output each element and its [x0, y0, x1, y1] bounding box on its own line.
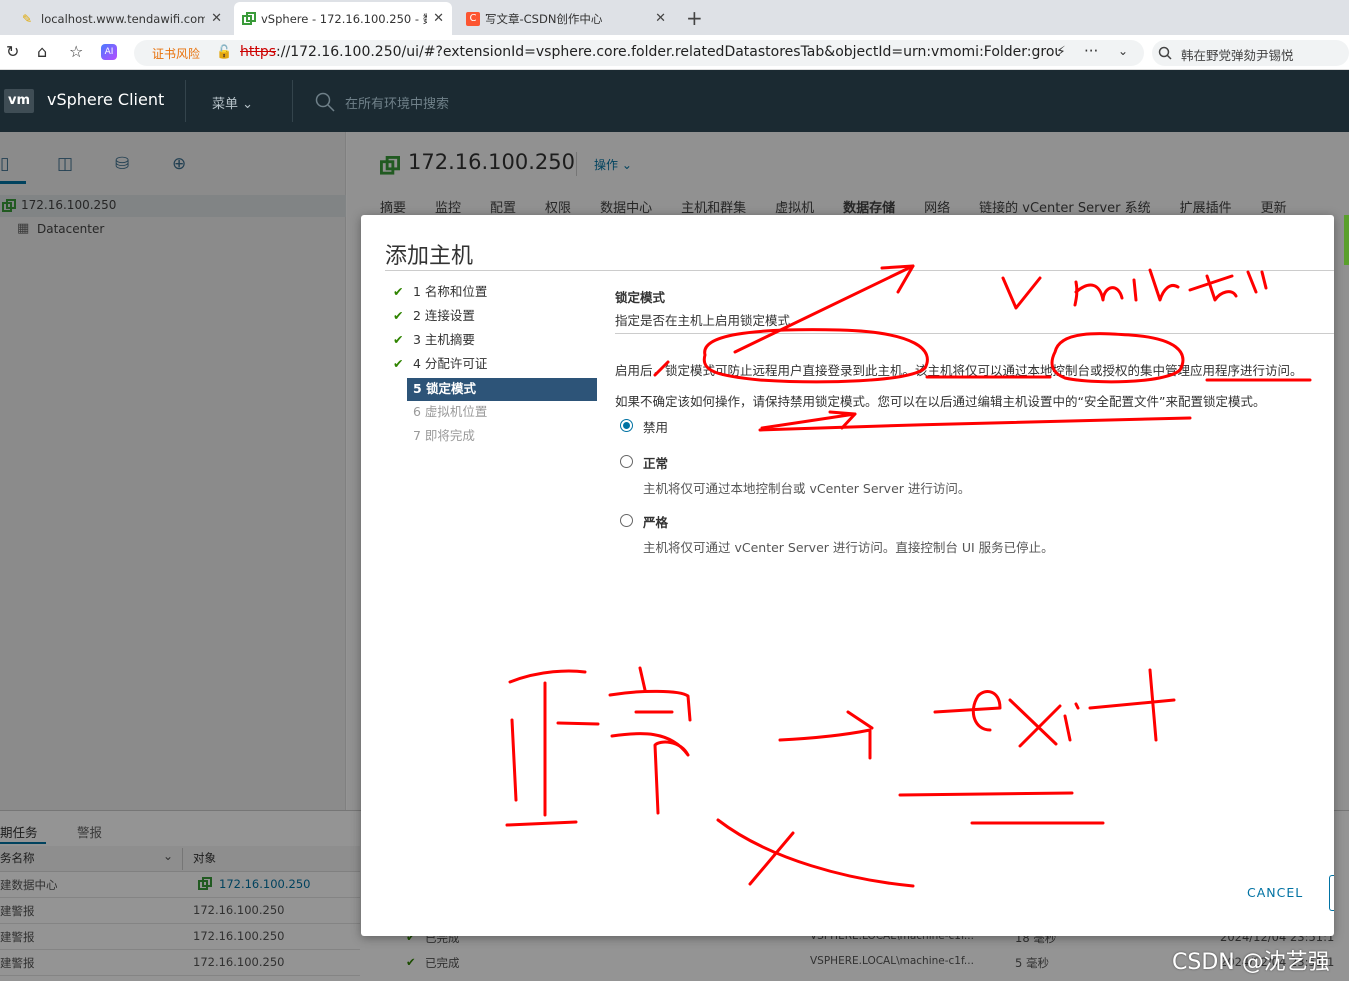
app-title[interactable]: vSphere Client — [47, 90, 164, 109]
step-label: 4 分配许可证 — [413, 356, 488, 371]
vsphere-header — [0, 70, 1349, 132]
check-icon: ✔ — [393, 332, 404, 347]
url-path: ://172.16.100.250/ui/#?extensionId=vsphe… — [276, 44, 1060, 60]
wizard-step-7: 7 即将完成 — [391, 425, 597, 448]
browser-tab-2[interactable]: vSphere - 172.16.100.250 - 数 ✕ — [234, 2, 452, 35]
browser-tab-title: localhost.www.tendawifi.com — [41, 11, 206, 26]
step-label: 6 虚拟机位置 — [413, 404, 488, 419]
side-edge-decoration — [1344, 215, 1349, 265]
step-label: 1 名称和位置 — [413, 284, 488, 299]
check-icon: ✔ — [393, 356, 404, 371]
radio-desc-normal: 主机将仅可通过本地控制台或 vCenter Server 进行访问。 — [643, 481, 971, 496]
wizard-step-1[interactable]: ✔ 1 名称和位置 — [391, 281, 597, 304]
header-divider — [185, 80, 186, 122]
home-icon[interactable]: ⌂ — [37, 42, 47, 61]
close-icon[interactable]: ✕ — [655, 11, 666, 26]
close-icon[interactable]: ✕ — [211, 11, 222, 26]
section-title: 锁定模式 — [615, 290, 666, 305]
wizard-title: 添加主机 — [385, 244, 474, 269]
step-label: 2 连接设置 — [413, 308, 475, 323]
url-text[interactable]: https://172.16.100.250/ui/#?extensionId=… — [240, 44, 1060, 60]
url-scheme: https — [240, 44, 277, 60]
vsphere-icon — [242, 11, 256, 26]
radio-desc-strict: 主机将仅可通过 vCenter Server 进行访问。直接控制台 UI 服务已… — [643, 540, 1054, 555]
wizard-step-4[interactable]: ✔ 4 分配许可证 — [391, 353, 597, 376]
radio-strict[interactable] — [620, 514, 633, 527]
wizard-step-3[interactable]: ✔ 3 主机摘要 — [391, 329, 597, 352]
close-icon[interactable]: ✕ — [433, 11, 444, 26]
certificate-warning[interactable]: 证书风险 — [152, 45, 200, 62]
menu-label: 菜单 — [212, 97, 239, 112]
browser-tab-bar: ✎ localhost.www.tendawifi.com ✕ vSphere … — [0, 0, 1349, 35]
section-divider — [615, 333, 1334, 334]
step-label: 7 即将完成 — [413, 428, 475, 443]
step-label: 3 主机摘要 — [413, 332, 475, 347]
radio-label-normal[interactable]: 正常 — [643, 453, 668, 472]
pencil-icon: ✎ — [22, 11, 33, 26]
title-divider — [385, 270, 1334, 271]
watermark: CSDN @沈艺强 — [1172, 950, 1330, 975]
section-description: 指定是否在主机上启用锁定模式 — [615, 313, 791, 328]
check-icon: ✔ — [393, 308, 404, 323]
more-icon[interactable]: ··· — [1084, 42, 1098, 60]
chevron-down-icon[interactable]: ⌄ — [1118, 44, 1128, 58]
search-suggestion: 韩在野党弹劾尹锡悦 — [1181, 48, 1294, 63]
browser-tab-title: 写文章-CSDN创作中心 — [485, 11, 603, 26]
browser-toolbar: ↻ ⌂ ☆ AI 证书风险 🔓 https://172.16.100.250/u… — [0, 35, 1349, 70]
new-tab-button[interactable]: + — [686, 6, 703, 30]
menu-button[interactable]: 菜单 ⌄ — [212, 93, 253, 112]
global-search-input[interactable]: 在所有环境中搜索 — [345, 93, 449, 112]
browser-tab-title: vSphere - 172.16.100.250 - 数 — [261, 11, 428, 26]
wizard-step-2[interactable]: ✔ 2 连接设置 — [391, 305, 597, 328]
radio-normal[interactable] — [620, 455, 633, 468]
search-icon — [315, 92, 335, 115]
favorites-icon[interactable]: ☆ — [69, 42, 83, 61]
ai-icon[interactable]: AI — [101, 44, 117, 60]
csdn-icon: C — [466, 11, 480, 26]
header-divider — [292, 80, 293, 122]
lockdown-explanation: 启用后，锁定模式可防止远程用户直接登录到此主机。该主机将仅可以通过本地控制台或授… — [615, 363, 1303, 378]
address-bar[interactable]: 证书风险 🔓 https://172.16.100.250/ui/#?exten… — [134, 40, 1144, 66]
cancel-button[interactable]: CANCEL — [1247, 885, 1303, 900]
insecure-lock-icon[interactable]: 🔓 — [216, 45, 232, 60]
lockdown-advice: 如果不确定该如何操作，请保持禁用锁定模式。您可以在以后通过编辑主机设置中的“安全… — [615, 394, 1266, 409]
vmware-logo: vm — [4, 89, 34, 113]
radio-label-disabled[interactable]: 禁用 — [643, 417, 668, 436]
reload-icon[interactable]: ↻ — [6, 42, 19, 61]
browser-search-box[interactable]: 韩在野党弹劾尹锡悦 — [1152, 40, 1349, 66]
step-label: 5 锁定模式 — [413, 381, 477, 396]
search-icon — [1158, 46, 1172, 60]
check-icon: ✔ — [393, 284, 404, 299]
radio-label-strict[interactable]: 严格 — [643, 512, 668, 531]
lightning-icon[interactable]: ⚡ — [1056, 44, 1066, 60]
next-button[interactable] — [1329, 875, 1334, 911]
chevron-down-icon: ⌄ — [242, 97, 254, 112]
radio-disabled[interactable] — [620, 419, 633, 432]
browser-tab-1[interactable]: ✎ localhost.www.tendawifi.com ✕ — [14, 2, 230, 35]
wizard-step-5[interactable]: 5 锁定模式 — [407, 378, 597, 401]
wizard-step-6: 6 虚拟机位置 — [391, 401, 597, 424]
browser-tab-3[interactable]: C 写文章-CSDN创作中心 ✕ — [458, 2, 674, 35]
add-host-wizard: 添加主机 ✔ 1 名称和位置 ✔ 2 连接设置 ✔ 3 主机摘要 ✔ 4 分配许可证 5… — [361, 215, 1334, 936]
